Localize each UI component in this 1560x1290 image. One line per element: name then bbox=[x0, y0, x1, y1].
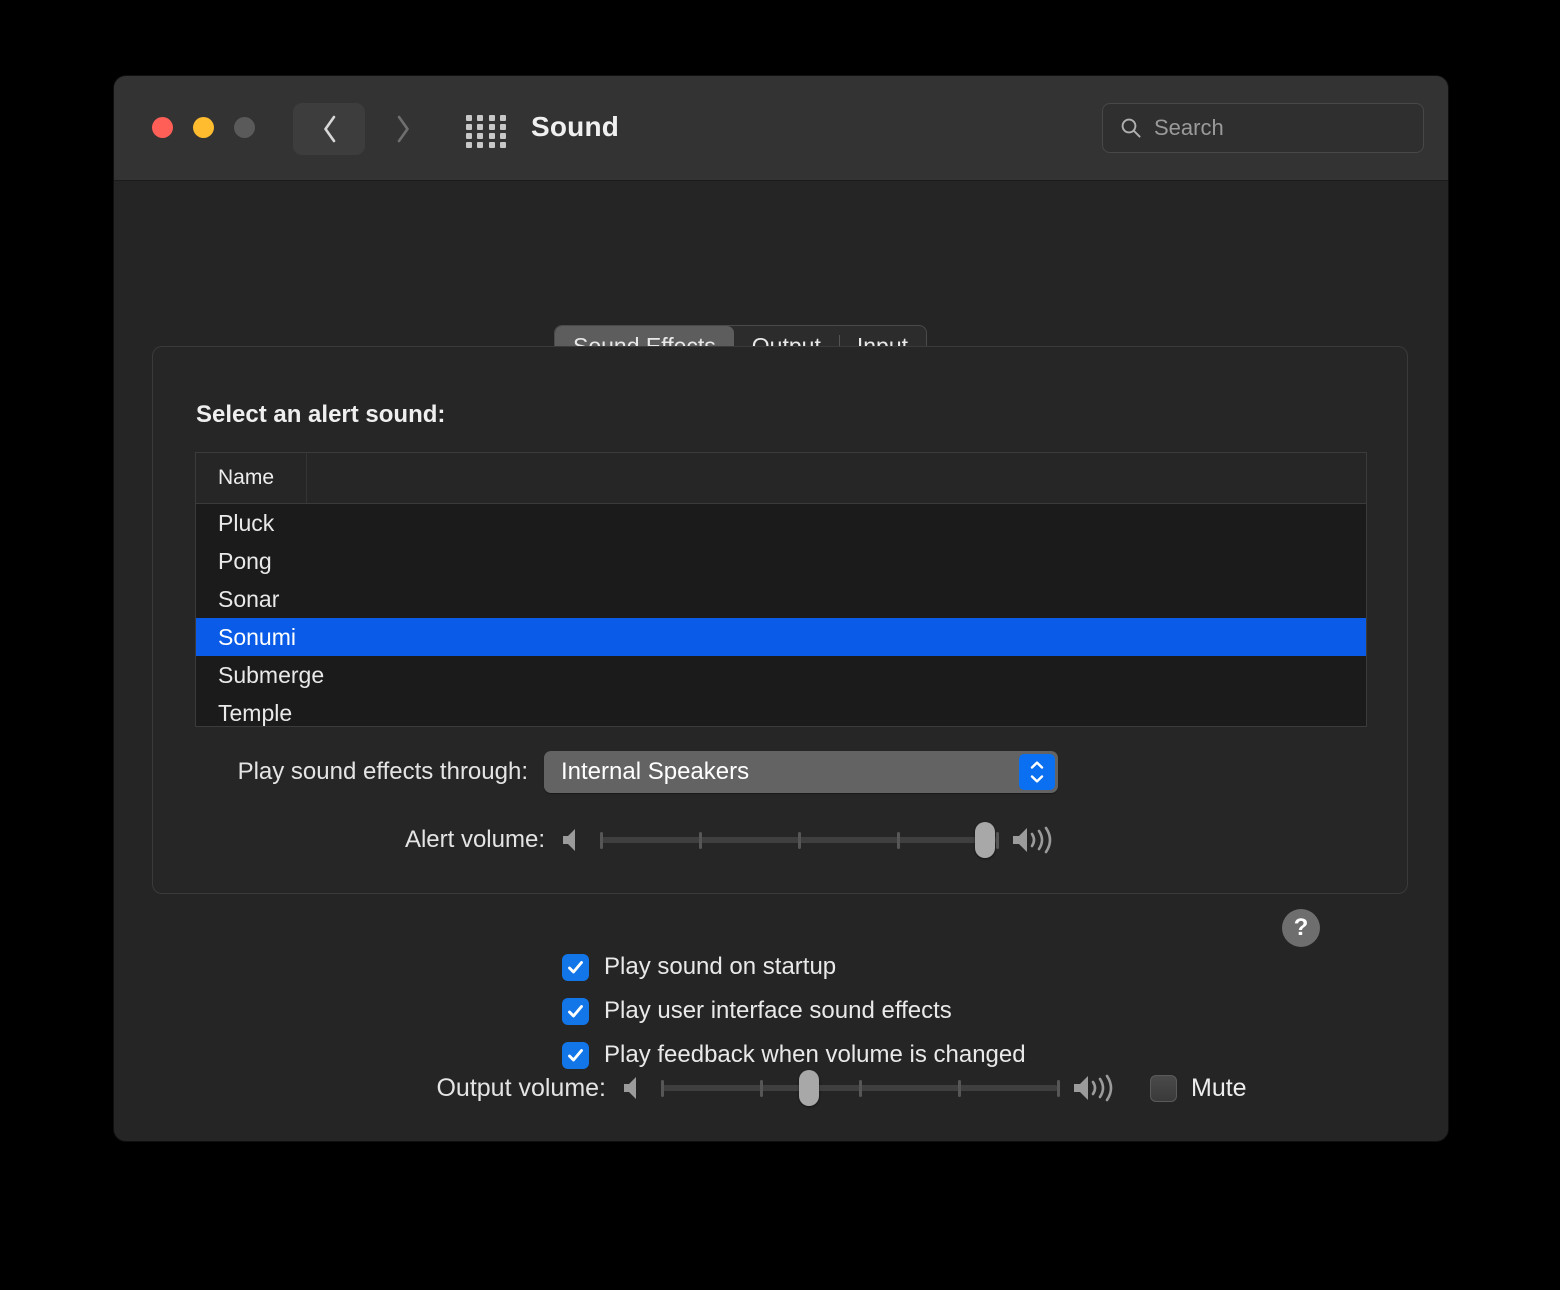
speaker-waves-icon bbox=[1013, 826, 1052, 854]
forward-button[interactable] bbox=[367, 103, 439, 155]
close-button[interactable] bbox=[152, 117, 173, 138]
table-row[interactable]: Pong bbox=[196, 542, 1366, 580]
window-body: Sound Effects Output Input Select an ale… bbox=[114, 181, 1448, 1141]
table-row[interactable]: Sonar bbox=[196, 580, 1366, 618]
checkbox-ui-sound-effects[interactable] bbox=[562, 997, 589, 1025]
play-through-select[interactable]: Internal Speakers bbox=[544, 751, 1058, 793]
play-through-row: Play sound effects through: Internal Spe… bbox=[114, 751, 1370, 793]
list-header-row: Name bbox=[196, 453, 1366, 504]
checkbox-label: Play user interface sound effects bbox=[604, 997, 952, 1024]
checkbox-row-ui-sounds[interactable]: Play user interface sound effects bbox=[562, 997, 952, 1025]
slider-thumb[interactable] bbox=[798, 1070, 819, 1106]
slider-tick bbox=[760, 1080, 763, 1097]
sound-preferences-window: Sound Sound Effects Output Input Select … bbox=[114, 76, 1448, 1141]
select-alert-sound-label: Select an alert sound: bbox=[196, 401, 446, 428]
help-button[interactable]: ? bbox=[1282, 909, 1320, 947]
checkbox-mute[interactable] bbox=[1150, 1074, 1177, 1102]
output-volume-row: Output volume: Mute bbox=[114, 1070, 1448, 1106]
alert-sound-list[interactable]: Name Pluck Pong Sonar Sonumi Submerge Te… bbox=[195, 452, 1367, 727]
zoom-button[interactable] bbox=[234, 117, 255, 138]
speaker-waves-icon bbox=[1074, 1074, 1113, 1102]
screen: Sound Sound Effects Output Input Select … bbox=[0, 0, 1560, 1290]
slider-thumb[interactable] bbox=[975, 822, 996, 858]
checkmark-icon bbox=[568, 1004, 583, 1017]
slider-tick bbox=[1057, 1080, 1060, 1097]
output-volume-slider[interactable] bbox=[661, 1070, 1060, 1106]
play-through-selected-value: Internal Speakers bbox=[561, 758, 750, 785]
minimize-button[interactable] bbox=[193, 117, 214, 138]
chevron-left-icon bbox=[323, 115, 335, 143]
alert-volume-slider[interactable] bbox=[600, 822, 999, 858]
table-row-selected[interactable]: Sonumi bbox=[196, 618, 1366, 656]
slider-tick bbox=[699, 832, 702, 849]
checkbox-label: Play sound on startup bbox=[604, 953, 837, 980]
slider-tick bbox=[958, 1080, 961, 1097]
page-title: Sound bbox=[531, 111, 620, 142]
alert-volume-row: Alert volume: bbox=[114, 822, 1370, 858]
checkbox-row-play-startup[interactable]: Play sound on startup bbox=[562, 953, 836, 981]
slider-tick bbox=[996, 832, 999, 849]
slider-tick bbox=[897, 832, 900, 849]
checkbox-play-startup[interactable] bbox=[562, 953, 589, 981]
mute-control[interactable]: Mute bbox=[1150, 1074, 1247, 1103]
slider-tick bbox=[661, 1080, 664, 1097]
chevron-right-icon bbox=[397, 115, 409, 143]
search-field[interactable] bbox=[1102, 103, 1424, 153]
traffic-lights bbox=[152, 117, 255, 138]
checkbox-volume-feedback[interactable] bbox=[562, 1041, 589, 1069]
window-titlebar: Sound bbox=[114, 76, 1448, 181]
checkmark-icon bbox=[568, 1048, 583, 1061]
show-all-grid-icon[interactable] bbox=[466, 115, 508, 148]
checkbox-row-volume-feedback[interactable]: Play feedback when volume is changed bbox=[562, 1041, 1026, 1069]
output-volume-label: Output volume: bbox=[436, 1073, 606, 1102]
table-row[interactable]: Temple bbox=[196, 694, 1366, 726]
speaker-mute-icon bbox=[624, 1077, 636, 1099]
search-icon bbox=[1121, 118, 1141, 138]
chevron-up-down-icon[interactable] bbox=[1019, 754, 1055, 790]
column-header-name[interactable]: Name bbox=[196, 466, 274, 490]
search-input[interactable] bbox=[1154, 115, 1404, 141]
alert-volume-label: Alert volume: bbox=[404, 826, 545, 853]
back-button[interactable] bbox=[293, 103, 365, 155]
table-row[interactable]: Pluck bbox=[196, 504, 1366, 542]
speaker-mute-icon bbox=[563, 829, 575, 851]
play-through-label: Play sound effects through: bbox=[237, 758, 528, 785]
mute-label: Mute bbox=[1191, 1073, 1247, 1102]
slider-tick bbox=[859, 1080, 862, 1097]
slider-tick bbox=[600, 832, 603, 849]
checkbox-label: Play feedback when volume is changed bbox=[604, 1041, 1026, 1068]
checkmark-icon bbox=[568, 960, 583, 973]
table-row[interactable]: Submerge bbox=[196, 656, 1366, 694]
slider-tick bbox=[798, 832, 801, 849]
